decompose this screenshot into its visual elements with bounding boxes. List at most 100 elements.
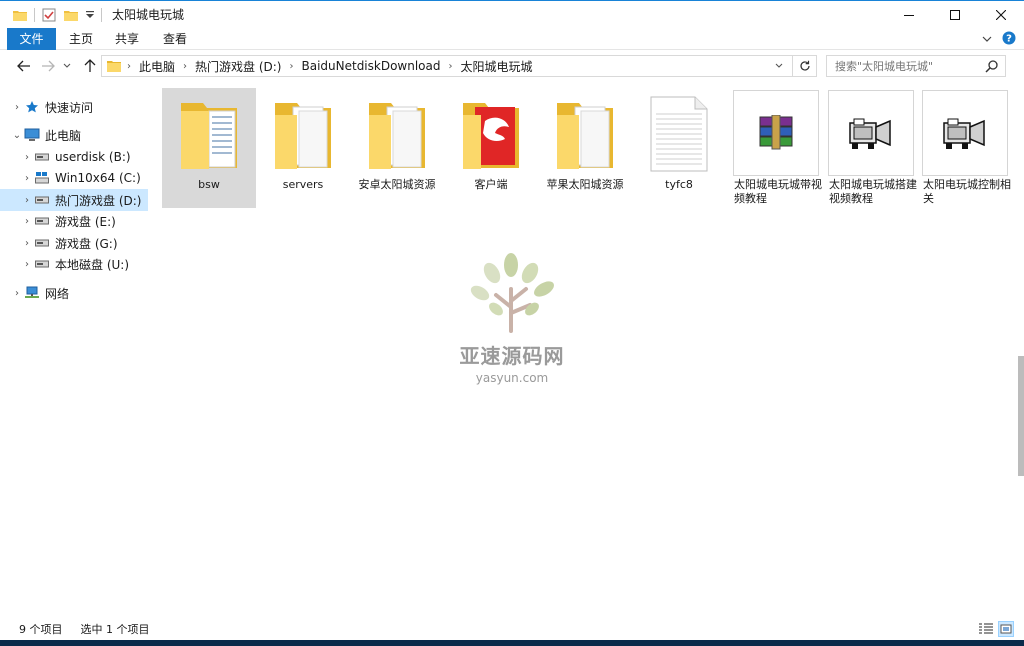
chevron-right-icon[interactable]: › [20, 152, 34, 163]
nav-label: 网络 [45, 286, 70, 301]
chevron-right-icon[interactable]: › [20, 238, 34, 249]
navigation-pane: › 快速访问 ⌄ 此电脑 › userdisk (B:) › Win10x64 … [0, 86, 152, 614]
nav-drive-c[interactable]: › Win10x64 (C:) [0, 167, 148, 189]
minimize-button[interactable] [886, 1, 932, 29]
nav-label: userdisk (B:) [55, 150, 131, 164]
video-player-icon [922, 90, 1008, 176]
vertical-scrollbar[interactable] [1018, 86, 1024, 614]
address-row: › 此电脑 › 热门游戏盘 (D:) › BaiduNetdiskDownloa… [0, 51, 1024, 81]
refresh-button[interactable] [792, 56, 816, 76]
tab-view[interactable]: 查看 [154, 28, 196, 50]
chevron-right-icon[interactable]: › [10, 102, 24, 113]
file-tile-servers[interactable]: servers [256, 88, 350, 208]
ribbon-right-controls: ? [982, 28, 1016, 50]
watermark-title: 亚速源码网 [459, 344, 565, 368]
file-tile-video-tutorial-archive[interactable]: 太阳城电玩城带视频教程 [730, 88, 824, 208]
recent-locations-button[interactable] [60, 56, 74, 76]
forward-button[interactable] [38, 56, 58, 76]
folder-icon[interactable] [12, 7, 28, 23]
tab-home[interactable]: 主页 [60, 28, 102, 50]
up-button[interactable] [80, 56, 100, 76]
scrollbar-thumb[interactable] [1018, 356, 1024, 476]
chevron-right-icon[interactable]: › [20, 216, 34, 227]
properties-icon[interactable] [41, 7, 57, 23]
nav-label: Win10x64 (C:) [55, 171, 141, 185]
selected-count: 选中 1 个项目 [80, 623, 150, 636]
nav-drive-g[interactable]: › 游戏盘 (G:) [0, 232, 148, 254]
nav-drive-e[interactable]: › 游戏盘 (E:) [0, 210, 148, 232]
help-icon[interactable]: ? [1002, 31, 1016, 48]
folder-icon [256, 92, 350, 176]
file-tile-bsw[interactable]: bsw [162, 88, 256, 208]
file-tile-setup-video-tutorial[interactable]: 太阳城电玩城搭建视频教程 [825, 88, 919, 208]
breadcrumb-separator[interactable]: › [289, 61, 293, 72]
large-icons-view-icon[interactable] [998, 621, 1014, 637]
breadcrumb-current-folder[interactable]: 太阳城电玩城 [461, 58, 533, 75]
watermark: 亚速源码网 yasyun.com [442, 251, 582, 385]
chevron-right-icon[interactable]: › [20, 173, 34, 184]
video-player-icon [828, 90, 914, 176]
search-input[interactable] [835, 59, 975, 73]
nav-label: 此电脑 [45, 128, 82, 143]
file-tile-tyfc8[interactable]: tyfc8 [632, 88, 726, 208]
folder-icon [107, 60, 121, 72]
nav-this-pc[interactable]: ⌄ 此电脑 [0, 124, 148, 146]
details-view-icon[interactable] [978, 621, 994, 637]
file-name: servers [282, 178, 324, 191]
tab-file[interactable]: 文件 [7, 28, 56, 50]
tab-share[interactable]: 共享 [106, 28, 148, 50]
address-history-dropdown[interactable] [770, 56, 788, 76]
folder-icon [162, 92, 256, 176]
file-name: 太阳电玩城控制相关 [923, 178, 1011, 205]
separator [34, 7, 35, 22]
new-folder-icon[interactable] [63, 7, 79, 23]
file-name: 太阳城电玩城带视频教程 [734, 178, 822, 205]
drive-icon [34, 149, 50, 165]
folder-icon [538, 92, 632, 176]
customize-toolbar-icon[interactable] [85, 7, 95, 23]
breadcrumb-separator[interactable]: › [449, 61, 453, 72]
title-bar: 太阳城电玩城 [0, 0, 1024, 28]
back-button[interactable] [14, 56, 34, 76]
nav-label: 本地磁盘 (U:) [55, 257, 130, 272]
file-tile-apple-resources[interactable]: 苹果太阳城资源 [538, 88, 632, 208]
close-button[interactable] [978, 1, 1024, 29]
expand-ribbon-icon[interactable] [982, 32, 992, 46]
address-bar[interactable]: › 此电脑 › 热门游戏盘 (D:) › BaiduNetdiskDownloa… [101, 55, 817, 77]
file-tile-client[interactable]: 客户端 [444, 88, 538, 208]
breadcrumb-drive-d[interactable]: 热门游戏盘 (D:) [195, 58, 281, 75]
drive-icon [34, 235, 50, 251]
nav-drive-b[interactable]: › userdisk (B:) [0, 146, 148, 168]
taskbar-edge [0, 640, 1024, 646]
file-name: tyfc8 [665, 178, 693, 191]
file-tile-android-resources[interactable]: 安卓太阳城资源 [350, 88, 444, 208]
chevron-right-icon[interactable]: › [20, 259, 34, 270]
chevron-right-icon[interactable]: › [20, 195, 34, 206]
maximize-button[interactable] [932, 1, 978, 29]
nav-drive-u[interactable]: › 本地磁盘 (U:) [0, 253, 148, 275]
computer-icon [24, 127, 40, 143]
nav-quick-access[interactable]: › 快速访问 [0, 96, 148, 118]
search-box[interactable] [826, 55, 1006, 77]
nav-drive-d[interactable]: › 热门游戏盘 (D:) [0, 189, 148, 211]
nav-network[interactable]: › 网络 [0, 282, 148, 304]
breadcrumb-baidu-download[interactable]: BaiduNetdiskDownload [301, 59, 440, 73]
folder-icon [350, 92, 444, 176]
search-icon[interactable] [985, 59, 999, 76]
watermark-url: yasyun.com [475, 371, 549, 385]
nav-label: 快速访问 [45, 100, 94, 115]
separator [101, 7, 102, 22]
folder-icon [444, 92, 538, 176]
view-switcher [978, 621, 1014, 637]
breadcrumb-this-pc[interactable]: 此电脑 [139, 58, 175, 75]
breadcrumb-separator[interactable]: › [183, 61, 187, 72]
breadcrumb-separator[interactable]: › [127, 61, 131, 72]
file-name: 安卓太阳城资源 [358, 178, 436, 191]
quick-access-toolbar: 太阳城电玩城 [0, 1, 184, 29]
file-tile-control-related[interactable]: 太阳电玩城控制相关 [919, 88, 1013, 208]
chevron-right-icon[interactable]: › [10, 288, 24, 299]
tree-logo-icon [470, 253, 554, 333]
file-list[interactable]: bsw servers 安卓太阳城资源 客户端 苹果太阳城资源 tyfc8 太阳… [152, 86, 1018, 614]
chevron-down-icon[interactable]: ⌄ [10, 130, 24, 141]
document-icon [632, 92, 726, 176]
